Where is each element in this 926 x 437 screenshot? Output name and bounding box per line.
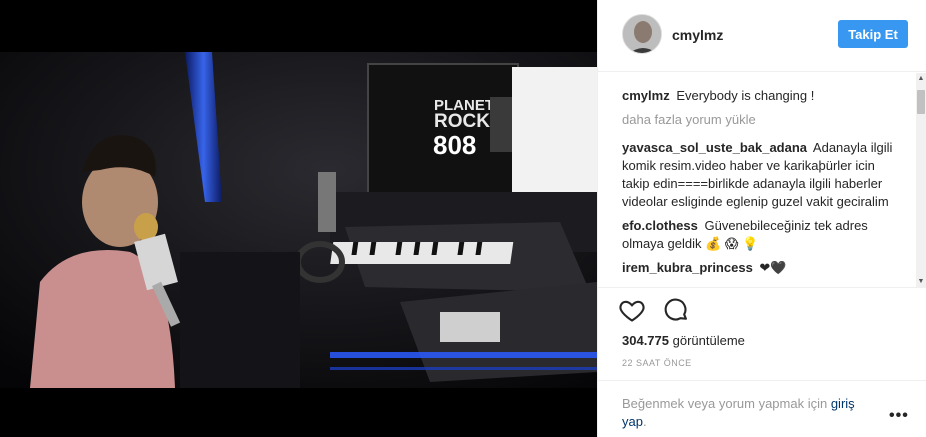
screen-text-3: 808 — [433, 130, 476, 160]
caption-text: Everybody is changing ! — [676, 88, 815, 103]
comment-text: ❤🖤 — [759, 260, 787, 275]
login-prompt: Beğenmek veya yorum yapmak için giriş ya… — [622, 395, 882, 431]
post-video[interactable]: PLANET ROCK 808 — [0, 52, 597, 388]
caption: cmylmz Everybody is changing ! — [622, 87, 905, 105]
login-footer: Beğenmek veya yorum yapmak için giriş ya… — [598, 380, 926, 437]
view-count-label: görüntüleme — [672, 333, 745, 348]
comment-item: yavasca_sol_uste_bak_adana Adanayla ilgi… — [622, 139, 905, 211]
comments-section: cmylmz Everybody is changing ! daha fazl… — [598, 73, 926, 288]
action-bar — [618, 296, 690, 326]
post-header: cmylmz Takip Et — [598, 0, 926, 72]
heart-icon[interactable] — [618, 296, 646, 324]
follow-button[interactable]: Takip Et — [838, 20, 908, 48]
post-info-panel: cmylmz Takip Et cmylmz Everybody is chan… — [597, 0, 926, 437]
instagram-post: PLANET ROCK 808 cmylmz Takip Et cmylmz E… — [0, 0, 926, 437]
view-count: 304.775 görüntüleme — [622, 333, 745, 348]
comment-item: efo.clothess Güvenebileceğiniz tek adres… — [622, 217, 905, 253]
login-prompt-prefix: Beğenmek veya yorum yapmak için — [622, 396, 828, 411]
login-prompt-suffix: . — [642, 414, 647, 429]
caption-username[interactable]: cmylmz — [622, 88, 670, 103]
scroll-up-arrow-icon[interactable]: ▲ — [917, 75, 925, 83]
comments-scrollbar[interactable]: ▲ ▼ — [916, 73, 926, 288]
media-area: PLANET ROCK 808 — [0, 0, 597, 437]
more-options-icon[interactable]: ••• — [889, 407, 909, 425]
avatar[interactable] — [622, 14, 662, 54]
scrollbar-thumb[interactable] — [917, 90, 925, 114]
scroll-down-arrow-icon[interactable]: ▼ — [917, 278, 925, 286]
comment-username[interactable]: efo.clothess — [622, 218, 698, 233]
comment-item: irem_kubra_princess ❤🖤 — [622, 259, 905, 277]
header-username[interactable]: cmylmz — [672, 27, 723, 43]
screen-text-2: ROCK — [434, 111, 490, 132]
comment-username[interactable]: yavasca_sol_uste_bak_adana — [622, 140, 807, 155]
comment-username[interactable]: irem_kubra_princess — [622, 260, 753, 275]
post-timestamp[interactable]: 22 SAAT ÖNCE — [622, 358, 692, 368]
view-count-number: 304.775 — [622, 333, 669, 348]
load-more-comments-link[interactable]: daha fazla yorum yükle — [622, 111, 905, 129]
comment-icon[interactable] — [662, 296, 690, 324]
